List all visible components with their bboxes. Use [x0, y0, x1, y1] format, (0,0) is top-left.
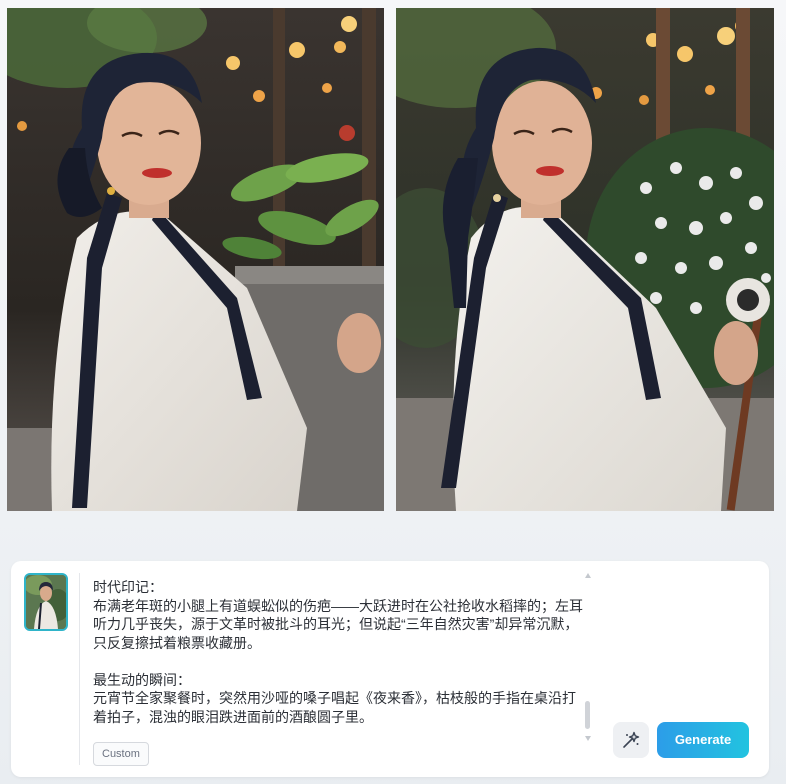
enhance-prompt-button[interactable] — [613, 722, 649, 758]
scroll-down-arrow-icon[interactable] — [585, 736, 591, 741]
generated-image-1[interactable] — [7, 8, 384, 511]
divider — [79, 573, 80, 765]
scroll-up-arrow-icon[interactable] — [585, 573, 591, 578]
prompt-composer: 时代印记： 布满老年斑的小腿上有道蜈蚣似的伤疤——大跃进时在公社抢收水稻摔的；左… — [11, 561, 769, 777]
reference-image-thumbnail[interactable] — [24, 573, 68, 631]
generate-button[interactable]: Generate — [657, 722, 749, 758]
generated-image-2[interactable] — [396, 8, 774, 511]
portrait-woman-cane-image — [396, 8, 774, 511]
portrait-woman-planter-image — [7, 8, 384, 511]
reference-thumbnail-image — [26, 575, 66, 629]
custom-tag-button[interactable]: Custom — [93, 742, 149, 766]
prompt-scrollbar[interactable] — [585, 573, 593, 741]
prompt-textarea[interactable]: 时代印记： 布满老年斑的小腿上有道蜈蚣似的伤疤——大跃进时在公社抢收水稻摔的；左… — [93, 578, 585, 738]
sparkle-wand-icon — [623, 731, 640, 748]
app-window: 时代印记： 布满老年斑的小腿上有道蜈蚣似的伤疤——大跃进时在公社抢收水稻摔的；左… — [0, 0, 786, 784]
scrollbar-thumb[interactable] — [585, 701, 590, 729]
